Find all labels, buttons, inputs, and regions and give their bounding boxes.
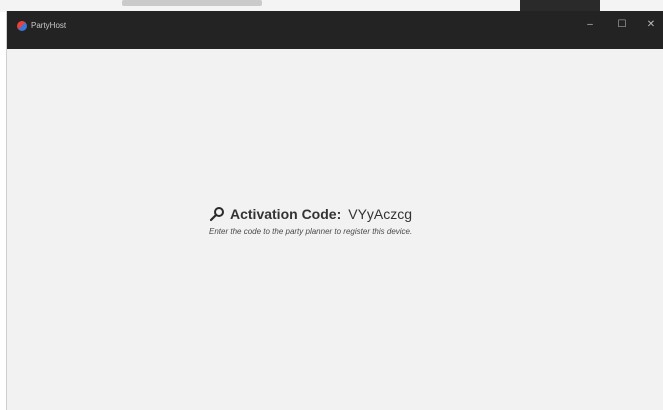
window-title: PartyHost bbox=[31, 21, 67, 30]
main-content: Activation Code: VYyAczcg Enter the code… bbox=[7, 49, 663, 410]
activation-row: Activation Code: VYyAczcg bbox=[209, 203, 412, 225]
activation-hint: Enter the code to the party planner to r… bbox=[209, 227, 413, 236]
activation-panel: Activation Code: VYyAczcg Enter the code… bbox=[209, 203, 412, 238]
title-bar[interactable]: PartyHost – ☐ ✕ bbox=[7, 11, 663, 49]
desktop: PartyHost – ☐ ✕ Activation Code: VYyAczc… bbox=[0, 0, 663, 410]
minimize-button[interactable]: – bbox=[575, 15, 605, 35]
activation-code-label: Activation Code: bbox=[230, 206, 342, 222]
maximize-button[interactable]: ☐ bbox=[607, 15, 637, 35]
key-icon bbox=[209, 206, 225, 222]
close-button[interactable]: ✕ bbox=[639, 15, 663, 35]
background-window-text bbox=[122, 0, 262, 6]
app-window: PartyHost – ☐ ✕ Activation Code: VYyAczc… bbox=[6, 11, 663, 410]
activation-code-value: VYyAczcg bbox=[348, 206, 413, 222]
app-logo-icon bbox=[17, 21, 27, 31]
